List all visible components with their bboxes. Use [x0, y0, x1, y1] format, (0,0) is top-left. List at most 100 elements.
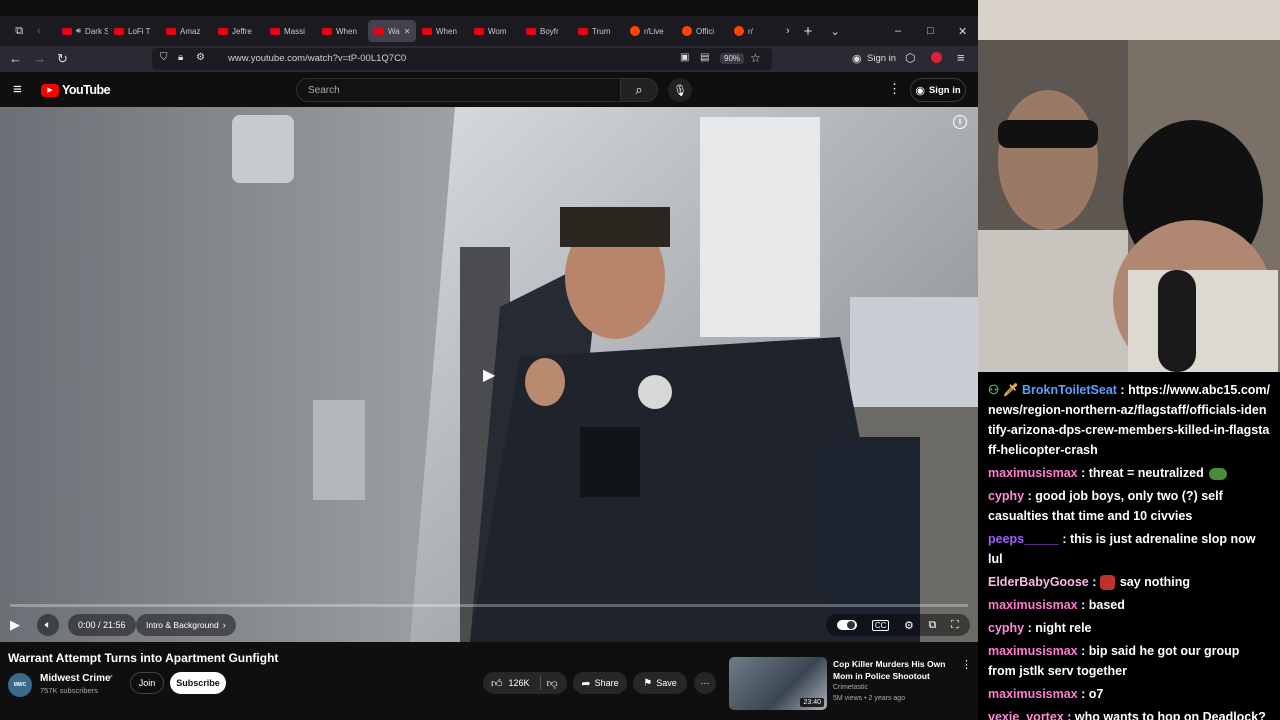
browser-tab[interactable]: 🔊︎ Dark S: [56, 20, 108, 42]
share-button[interactable]: ➦ Share: [573, 672, 627, 694]
addon-icon[interactable]: [931, 52, 942, 63]
tab-audio-icon[interactable]: 🔊︎: [76, 26, 81, 36]
page-actions-icon[interactable]: ▣: [680, 52, 689, 63]
menu-icon[interactable]: ≡: [957, 50, 965, 65]
back-icon[interactable]: ←: [9, 51, 22, 66]
settings-gear-icon[interactable]: ⚙: [904, 619, 914, 632]
permissions-icon[interactable]: ⚙: [196, 52, 205, 63]
browser-tab[interactable]: Trum: [572, 20, 624, 42]
shield-icon[interactable]: ⛉: [160, 52, 168, 63]
close-window-icon[interactable]: ✕: [958, 25, 967, 38]
voice-search-button[interactable]: 🎙︎: [668, 78, 692, 102]
chat-username[interactable]: maximusismax: [988, 466, 1078, 480]
video-player[interactable]: i ▶ ▶ 🔈︎ 0:00 / 21:56 Intro & Background…: [0, 107, 978, 642]
chapter-button[interactable]: Intro & Background ›: [136, 614, 236, 636]
zoom-level[interactable]: 90%: [720, 53, 745, 64]
more-actions-button[interactable]: ⋯: [694, 672, 716, 694]
recommended-channel[interactable]: Crimetastic: [833, 684, 868, 691]
verified-icon: ✔: [107, 673, 114, 682]
tab-label: Offici: [696, 26, 715, 36]
browser-tab[interactable]: LoFi T: [108, 20, 160, 42]
progress-bar[interactable]: [10, 604, 968, 607]
subscriber-count: 757K subscribers: [40, 686, 98, 695]
browser-tab[interactable]: Jeffre: [212, 20, 264, 42]
more-options-icon[interactable]: ⋮: [888, 81, 901, 97]
tab-scroll-left-icon[interactable]: ‹: [37, 25, 41, 37]
play-button[interactable]: ▶: [10, 617, 20, 633]
recommended-thumbnail[interactable]: 23:40: [729, 657, 827, 710]
chat-username[interactable]: BroknToiletSeat: [1022, 383, 1117, 397]
hamburger-menu-icon[interactable]: ≡: [13, 81, 22, 98]
center-play-icon[interactable]: ▶: [483, 365, 495, 385]
browser-tab[interactable]: When: [316, 20, 368, 42]
chat-username[interactable]: maximusismax: [988, 598, 1078, 612]
autoplay-toggle-icon[interactable]: [837, 620, 858, 630]
thumbs-down-icon[interactable]: 👎︎: [547, 677, 558, 690]
forward-icon[interactable]: →: [33, 51, 46, 66]
address-field[interactable]: ⛉ 🔒︎ ⚙ www.youtube.com/watch?v=tP-00L1Q7…: [152, 48, 772, 70]
lock-icon[interactable]: 🔒︎: [178, 52, 183, 63]
browser-tab[interactable]: Offici: [676, 20, 728, 42]
browser-tab[interactable]: Massi: [264, 20, 316, 42]
browser-tab[interactable]: r/: [728, 20, 780, 42]
chat-text: say nothing: [1119, 575, 1190, 589]
chat-message: cyphy : good job boys, only two (?) self…: [988, 489, 1223, 523]
stream-chat: ⚇ 🗡︎ BroknToiletSeat : https://www.abc15…: [978, 372, 1280, 720]
extensions-icon[interactable]: ⬡: [905, 51, 915, 65]
account-icon[interactable]: ◉: [852, 52, 862, 65]
bookmark-star-icon[interactable]: ☆: [750, 51, 761, 65]
browser-tab[interactable]: Wom: [468, 20, 520, 42]
tab-label: Wa: [388, 26, 400, 36]
minimize-icon[interactable]: –: [895, 25, 901, 37]
subscribe-button[interactable]: Subscribe: [170, 672, 226, 694]
join-button[interactable]: Join: [130, 672, 164, 694]
captions-icon[interactable]: CC: [871, 619, 890, 631]
like-count[interactable]: 126K: [509, 678, 530, 688]
reload-icon[interactable]: ↻: [57, 51, 68, 67]
browser-tab[interactable]: Amaz: [160, 20, 212, 42]
new-tab-icon[interactable]: +: [804, 23, 813, 40]
share-icon: ➦: [581, 677, 591, 690]
chat-username[interactable]: maximusismax: [988, 687, 1078, 701]
url-text[interactable]: www.youtube.com/watch?v=tP-00L1Q7C0: [228, 53, 406, 64]
browser-tab[interactable]: When: [416, 20, 468, 42]
youtube-sign-in-button[interactable]: ◉ Sign in: [910, 78, 966, 102]
browser-tab[interactable]: Wa ✕: [368, 20, 416, 42]
save-label: Save: [656, 678, 677, 688]
chat-username[interactable]: peeps_____: [988, 532, 1059, 546]
youtube-favicon-icon: [474, 27, 484, 35]
chat-username[interactable]: cyphy: [988, 621, 1024, 635]
browser-tab[interactable]: Boyfr: [520, 20, 572, 42]
tab-label: r/Live: [644, 26, 664, 36]
save-button[interactable]: ⚑ Save: [633, 672, 687, 694]
channel-avatar[interactable]: MWC: [8, 673, 32, 697]
browser-tab[interactable]: r/Live: [624, 20, 676, 42]
tab-scroll-right-icon[interactable]: ›: [786, 25, 790, 37]
tab-label: r/: [748, 26, 753, 36]
browser-sign-in[interactable]: Sign in: [867, 53, 896, 64]
chat-username[interactable]: cyphy: [988, 489, 1024, 503]
video-meta: Warrant Attempt Turns into Apartment Gun…: [0, 642, 978, 720]
thumbs-up-icon[interactable]: 👍︎: [491, 677, 503, 690]
recommended-more-icon[interactable]: ⋮: [961, 658, 972, 671]
chat-username[interactable]: vexie_vortex: [988, 710, 1064, 720]
tab-list-icon[interactable]: ⧉: [15, 25, 23, 38]
miniplayer-icon[interactable]: ⧉: [929, 619, 937, 632]
youtube-logo[interactable]: ▶ YouTube: [41, 83, 111, 97]
search-button[interactable]: ⌕: [620, 78, 658, 102]
search-input[interactable]: Search: [308, 85, 340, 96]
search-box[interactable]: Search: [296, 78, 621, 102]
chat-username[interactable]: maximusismax: [988, 644, 1078, 658]
recommended-title-line2[interactable]: Mom in Police Shootout: [833, 671, 930, 681]
volume-button[interactable]: 🔈︎: [37, 614, 59, 636]
reader-view-icon[interactable]: ▤: [700, 52, 709, 63]
maximize-icon[interactable]: □: [927, 25, 934, 37]
tab-close-icon[interactable]: ✕: [404, 27, 411, 36]
fullscreen-icon[interactable]: ⛶: [951, 619, 959, 632]
recommended-title-line1[interactable]: Cop Killer Murders His Own: [833, 659, 945, 669]
recommended-video[interactable]: 23:40 Cop Killer Murders His Own Mom in …: [729, 657, 977, 717]
chat-username[interactable]: ElderBabyGoose: [988, 575, 1089, 589]
channel-name[interactable]: Midwest Crime: [40, 673, 111, 684]
tab-overflow-icon[interactable]: ⌄: [830, 25, 839, 38]
info-icon[interactable]: i: [953, 115, 967, 129]
